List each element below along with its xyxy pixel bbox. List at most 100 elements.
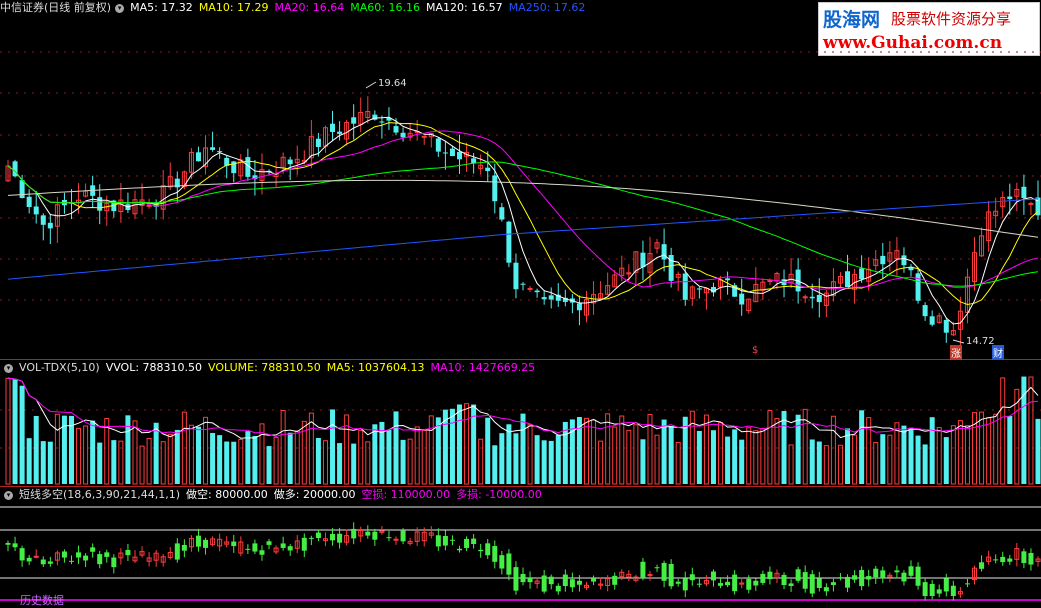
indicator-bar	[767, 571, 773, 580]
indicator-bar	[83, 555, 89, 561]
volume-bar	[26, 438, 32, 484]
volume-bar	[605, 413, 611, 485]
candle-body	[767, 280, 773, 283]
volume-bar	[710, 430, 716, 484]
indicator-bar	[562, 574, 568, 586]
volume-bar	[739, 439, 745, 484]
volume-bar	[513, 433, 519, 484]
indicator-bar	[26, 557, 32, 562]
volume-bar	[280, 409, 286, 485]
volume-bar	[1028, 376, 1034, 485]
volume-bar	[273, 437, 279, 485]
indicator-bar	[880, 570, 886, 579]
indicator-bar	[19, 548, 25, 561]
volume-bar	[732, 429, 738, 484]
volume-bar	[929, 417, 935, 484]
candle-body	[33, 206, 39, 215]
event-marker-s[interactable]: $	[752, 345, 758, 356]
volume-bar	[718, 422, 724, 485]
volume-bar	[210, 432, 216, 484]
volume-bar	[541, 440, 547, 484]
indicator-bar	[555, 585, 561, 592]
indicator-bar	[964, 583, 970, 585]
indicator-bar	[816, 578, 822, 588]
indicator-bar	[795, 569, 801, 581]
indicator-bar	[203, 539, 209, 548]
indicator-bar	[499, 555, 505, 569]
volume-bar	[753, 430, 759, 485]
volume-bar	[47, 441, 53, 484]
indicator-bar	[859, 570, 865, 587]
indicator-bar	[315, 532, 321, 538]
candle-body	[400, 132, 406, 138]
candle-body	[725, 278, 731, 281]
indicator-bar	[174, 543, 180, 560]
volume-bar	[76, 427, 82, 485]
volume-bar	[132, 420, 138, 485]
indicator-bar	[442, 535, 448, 546]
candle-body	[1021, 186, 1027, 198]
volume-bar	[358, 429, 364, 485]
volume-bar	[725, 436, 731, 484]
volume-bar	[689, 410, 695, 485]
candle-body	[40, 215, 46, 225]
volume-bar	[167, 433, 173, 485]
volume-bar	[33, 415, 39, 484]
volume-bar	[837, 444, 843, 485]
indicator-bar	[845, 576, 851, 588]
indicator-bar	[181, 544, 187, 551]
volume-bar	[351, 443, 357, 484]
volume-bar	[696, 430, 702, 484]
indicator-bar	[435, 535, 441, 547]
volume-bar	[174, 429, 180, 484]
volume-bar	[492, 445, 498, 484]
indicator-bar	[541, 575, 547, 592]
indicator-bar	[682, 578, 688, 591]
indicator-bar	[1007, 558, 1013, 562]
indicator-bar	[125, 549, 131, 556]
indicator-bar	[718, 583, 724, 586]
candle-body	[485, 167, 491, 172]
high-price-label: 19.64	[378, 78, 407, 89]
indicator-bar	[591, 578, 597, 582]
indicator-bar	[1028, 552, 1034, 565]
stock-chart[interactable]	[0, 0, 1041, 604]
volume-bar	[442, 409, 448, 484]
volume-bar	[767, 410, 773, 485]
indicator-bar	[245, 548, 251, 550]
volume-bar	[908, 427, 914, 484]
volume-bar	[1007, 416, 1013, 484]
indicator-bar	[330, 533, 336, 541]
event-marker-cai[interactable]: 财	[992, 345, 1004, 360]
candle-body	[520, 283, 526, 285]
indicator-bar	[111, 557, 117, 568]
indicator-bar	[943, 578, 949, 592]
volume-bar	[993, 413, 999, 485]
volume-bar	[746, 427, 752, 485]
candle-body	[929, 316, 935, 325]
volume-bar	[287, 432, 293, 484]
indicator-bar	[936, 589, 942, 594]
volume-bar	[195, 426, 201, 484]
volume-bar	[915, 435, 921, 484]
candle-body	[901, 255, 907, 266]
indicator-bar	[5, 542, 11, 545]
indicator-bar	[506, 553, 512, 575]
event-marker-zhang[interactable]: 涨	[950, 345, 962, 360]
volume-bar	[407, 438, 413, 485]
candle-body	[915, 273, 921, 301]
ma60-line	[7, 161, 1039, 287]
volume-bar	[964, 425, 970, 485]
volume-bar	[238, 438, 244, 485]
volume-bar	[90, 420, 96, 484]
volume-bar	[414, 426, 420, 485]
volume-bar	[675, 441, 681, 485]
indicator-bar	[781, 574, 787, 586]
volume-bar	[266, 446, 272, 484]
volume-bar	[308, 412, 314, 485]
indicator-bar	[753, 580, 759, 586]
volume-bar	[97, 442, 103, 484]
history-data-label[interactable]: 历史数据	[20, 592, 64, 608]
indicator-bar	[464, 538, 470, 548]
indicator-bar	[400, 530, 406, 542]
